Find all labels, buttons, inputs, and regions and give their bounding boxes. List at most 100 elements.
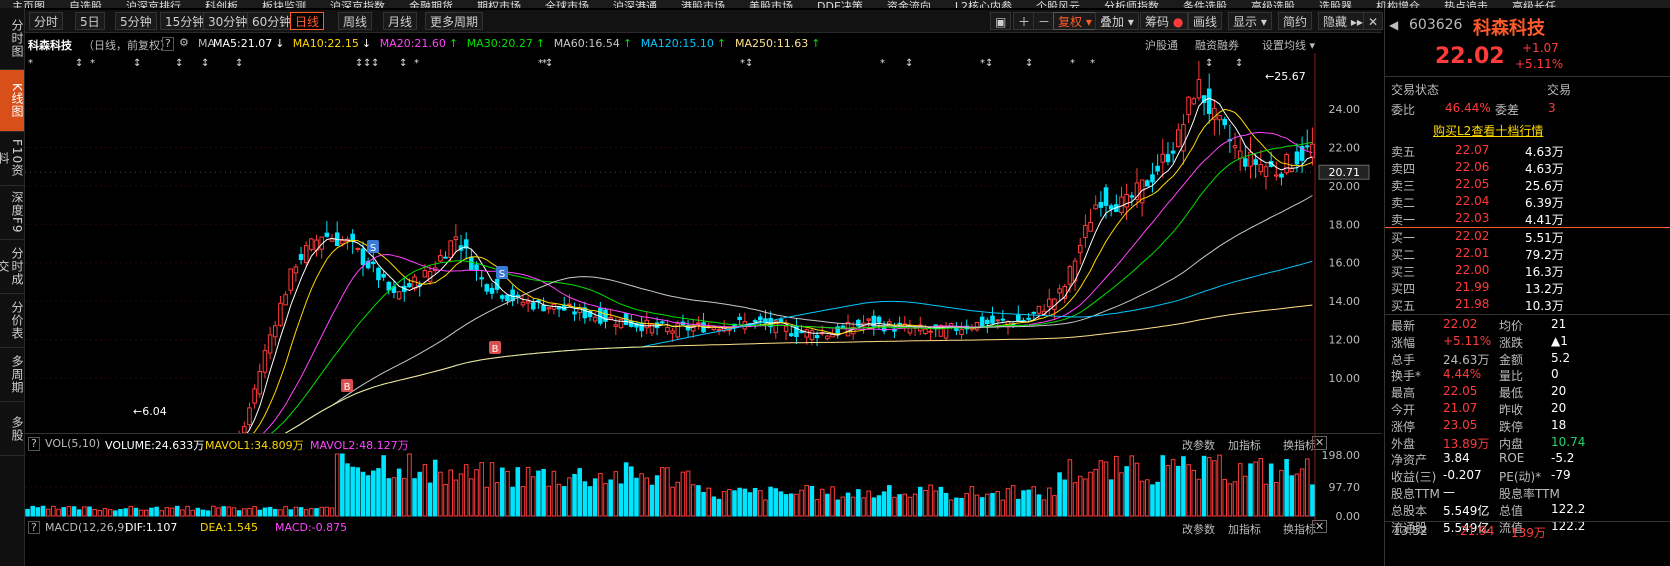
- left-tab-6[interactable]: 多周期: [0, 348, 24, 402]
- collapse-icon[interactable]: ◀: [1389, 18, 1398, 32]
- top-menu-item[interactable]: 板块监测: [262, 1, 306, 8]
- candle-down: [639, 322, 644, 332]
- top-menu-item[interactable]: 机构增仓: [1376, 1, 1420, 8]
- draw-line-button[interactable]: 画线: [1188, 12, 1223, 30]
- candle-up: [1067, 266, 1073, 285]
- divider: [1385, 227, 1670, 228]
- left-tab-7[interactable]: 多股: [0, 402, 24, 456]
- period-tab-4[interactable]: 30分钟: [203, 12, 253, 30]
- top-menu-item[interactable]: 资金流向: [887, 1, 931, 8]
- volume-bar-up: [546, 485, 552, 517]
- volume-bar-up: [128, 505, 134, 517]
- volume-bar-up: [727, 489, 732, 517]
- help-icon[interactable]: ?: [28, 521, 40, 534]
- event-marker: ↕: [175, 58, 183, 69]
- top-menu-item[interactable]: 全球市场: [545, 1, 589, 8]
- low-marker: ←6.04: [133, 405, 167, 418]
- volume-bar-up: [1212, 460, 1217, 517]
- top-menu-item[interactable]: 选股器: [1319, 1, 1352, 8]
- zoom-out-icon[interactable]: －: [1033, 12, 1056, 30]
- left-tab-1[interactable]: K线图: [0, 70, 24, 132]
- top-menu-item[interactable]: 沪深京指数: [330, 1, 385, 8]
- candle-up: [804, 329, 810, 338]
- period-tab-3[interactable]: 15分钟: [160, 12, 210, 30]
- volume-bar-down: [149, 507, 154, 517]
- left-tab-5[interactable]: 分价表: [0, 294, 24, 348]
- stat-v2: 122.2: [1551, 501, 1586, 516]
- candle-down: [1304, 145, 1310, 148]
- top-menu-item[interactable]: 热点追击: [1444, 1, 1488, 8]
- top-menu-item[interactable]: 期权市场: [477, 1, 521, 8]
- simple-mode-button[interactable]: 简约: [1278, 12, 1313, 30]
- left-tab-3[interactable]: 深度F9: [0, 186, 24, 240]
- top-menu-item[interactable]: 沪深港通: [613, 1, 657, 8]
- close-icon[interactable]: ✕: [1312, 520, 1328, 533]
- top-menu-item[interactable]: 科创板: [205, 1, 238, 8]
- top-menu-item[interactable]: 分析师指数: [1104, 1, 1159, 8]
- volume-bar-up: [51, 505, 56, 517]
- top-menu-item[interactable]: 高级长任: [1512, 1, 1556, 8]
- restore-dropdown[interactable]: 复权 ▾: [1053, 12, 1097, 30]
- display-dropdown[interactable]: 显示 ▾: [1228, 12, 1272, 30]
- event-marker: ↕: [1025, 58, 1033, 69]
- top-menu-item[interactable]: 沪深京排行: [126, 1, 181, 8]
- period-tab-0[interactable]: 分时: [29, 12, 64, 30]
- chips-button[interactable]: 筹码 ●: [1140, 12, 1189, 30]
- signal-label: S: [370, 243, 376, 254]
- weicha-value: 3: [1548, 101, 1556, 115]
- volume-canvas[interactable]: 198.0097.700.00: [25, 434, 1382, 524]
- zoom-in-icon[interactable]: ＋: [1013, 12, 1036, 30]
- volume-bar-up: [1134, 462, 1140, 517]
- volume-bar-up: [1253, 461, 1258, 517]
- macd-add-indicator[interactable]: 加指标: [1228, 521, 1261, 537]
- top-menu-item[interactable]: 条件选股: [1183, 1, 1227, 8]
- candle-down: [1165, 154, 1171, 163]
- volume-bar-up: [107, 509, 113, 517]
- top-menu-item[interactable]: 个股风云: [1036, 1, 1080, 8]
- volume-bar-up: [598, 472, 603, 517]
- left-tab-4[interactable]: 分时成交: [0, 240, 24, 294]
- top-menu-item[interactable]: 港股市场: [681, 1, 725, 8]
- volume-bar-down: [835, 499, 840, 517]
- macd-value: MACD:-0.875: [275, 521, 348, 534]
- volume-bar-down: [87, 506, 92, 517]
- volume-bar-down: [1026, 489, 1031, 517]
- period-tab-2[interactable]: 5分钟: [115, 12, 157, 30]
- macd-edit-params[interactable]: 改参数: [1182, 521, 1215, 537]
- volume-bar-up: [97, 510, 103, 517]
- top-menu-item[interactable]: 美股市场: [749, 1, 793, 8]
- overlay-dropdown[interactable]: 叠加 ▾: [1095, 12, 1139, 30]
- volume-bar-up: [56, 508, 61, 517]
- candle-up: [1119, 196, 1124, 214]
- candle-up: [1196, 78, 1202, 99]
- volume-bar-up: [814, 499, 820, 517]
- period-tab-5[interactable]: 60分钟: [247, 12, 297, 30]
- grid-icon[interactable]: ▣: [990, 12, 1012, 30]
- top-menu-item[interactable]: 高级选股: [1251, 1, 1295, 8]
- candle-up: [1237, 150, 1243, 159]
- period-tab-9[interactable]: 更多周期: [425, 12, 484, 30]
- period-tab-8[interactable]: 月线: [383, 12, 418, 30]
- period-tab-1[interactable]: 5日: [75, 12, 105, 30]
- kline-canvas[interactable]: 24.00 22.00 20.00 18.00 16.00 14.00 12.00 10.00…: [25, 33, 1382, 433]
- top-menu-item[interactable]: 金融期货: [409, 1, 453, 8]
- left-tab-0[interactable]: 分时图: [0, 8, 24, 70]
- period-tab-7[interactable]: 周线: [338, 12, 373, 30]
- volume-bar-up: [907, 496, 913, 517]
- volume-bar-up: [985, 493, 990, 517]
- kline-chart[interactable]: 科森科技 （日线，前复权） ? ⚙ MA MA5:21.07 ↓ MA10:22.1…: [25, 33, 1382, 433]
- hide-button[interactable]: 隐藏 ▸▸: [1318, 12, 1368, 30]
- top-menu-item[interactable]: 主页图: [12, 1, 45, 8]
- level-price: 22.02: [1455, 229, 1490, 243]
- volume-panel[interactable]: ? VOL(5,10) VOLUME:24.633万 MAVOL1:34.809…: [25, 433, 1382, 524]
- top-menu-item[interactable]: DDE决策: [817, 1, 863, 8]
- volume-bar-up: [1005, 488, 1011, 517]
- close-icon[interactable]: ✕: [1363, 12, 1384, 30]
- l2-purchase-link[interactable]: 购买L2查看十档行情: [1433, 122, 1543, 139]
- candle-down: [1031, 311, 1037, 314]
- top-menu-item[interactable]: 自选股: [69, 1, 102, 8]
- quote-panel: ◀ 603626 科森科技 22.02 +1.07 +5.11% 交易状态 交易…: [1384, 8, 1670, 566]
- top-menu-item[interactable]: L2核心内参: [955, 1, 1012, 8]
- period-tab-6[interactable]: 日线: [290, 12, 325, 30]
- left-tab-2[interactable]: F10资料: [0, 132, 24, 186]
